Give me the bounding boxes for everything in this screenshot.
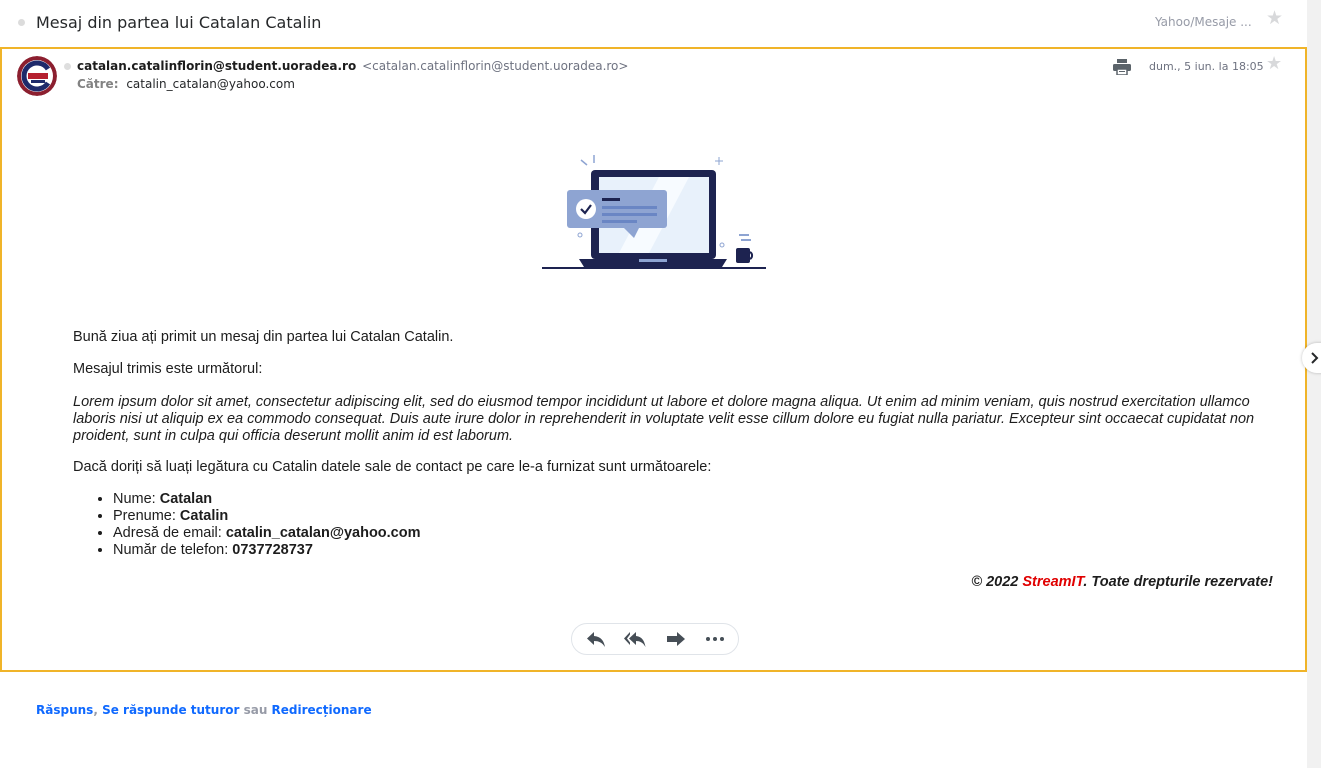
laptop-illustration [539, 153, 769, 277]
presence-dot [64, 63, 71, 70]
to-label: Către: [77, 77, 119, 91]
folder-label[interactable]: Yahoo/Mesaje ... [1155, 15, 1252, 29]
chevron-right-icon [1311, 352, 1319, 364]
copyright-text: © 2022 StreamIT. Toate drepturile rezerv… [971, 574, 1273, 590]
avatar[interactable] [17, 56, 57, 96]
detail-label: Prenume: [113, 508, 180, 524]
list-item: Prenume: Catalin [113, 508, 421, 525]
forward-link[interactable]: Redirecționare [272, 703, 372, 717]
unread-dot [18, 19, 25, 26]
detail-value: catalin_catalan@yahoo.com [225, 525, 421, 541]
forward-icon[interactable] [665, 629, 687, 649]
message-date: dum., 5 iun. la 18:05 [1149, 60, 1264, 73]
reply-all-icon[interactable] [624, 629, 646, 649]
contact-details-list: Nume: Catalan Prenume: Catalin Adresă de… [73, 491, 421, 559]
reply-icon[interactable] [585, 629, 607, 649]
list-item: Număr de telefon: 0737728737 [113, 542, 421, 559]
copyright-suffix: . Toate drepturile rezervate! [1083, 574, 1273, 590]
intro-text: Mesajul trimis este următorul: [73, 361, 263, 377]
sender-name[interactable]: catalan.catalinflorin@student.uoradea.ro [77, 59, 356, 73]
sender-address: <catalan.catalinflorin@student.uoradea.r… [362, 59, 629, 73]
brand-name: StreamIT [1022, 574, 1084, 590]
scrollbar[interactable] [1307, 0, 1321, 768]
quick-reply-links: Răspuns, Se răspunde tuturor sau Redirec… [36, 703, 372, 717]
recipient-address[interactable]: catalin_catalan@yahoo.com [126, 77, 295, 91]
recipient-line: Către: catalin_catalan@yahoo.com [77, 77, 295, 91]
reply-link[interactable]: Răspuns [36, 703, 93, 717]
star-icon[interactable]: ★ [1266, 9, 1283, 28]
detail-label: Nume: [113, 491, 160, 507]
list-item: Nume: Catalan [113, 491, 421, 508]
sender-line: catalan.catalinflorin@student.uoradea.ro… [77, 59, 628, 73]
or-separator: sau [239, 703, 272, 717]
star-icon[interactable]: ★ [1266, 55, 1282, 73]
university-logo-icon [17, 56, 57, 96]
detail-label: Adresă de email: [113, 525, 226, 541]
reply-all-link[interactable]: Se răspunde tuturor [102, 703, 239, 717]
contact-intro-text: Dacă doriți să luați legătura cu Catalin… [73, 459, 712, 475]
laptop-chat-icon [542, 155, 766, 269]
side-panel-toggle[interactable] [1302, 343, 1321, 373]
message-card: catalan.catalinflorin@student.uoradea.ro… [0, 47, 1307, 672]
comma-separator: , [93, 703, 103, 717]
copyright-prefix: © 2022 [971, 574, 1023, 590]
message-actions [571, 623, 739, 655]
detail-label: Număr de telefon: [113, 542, 233, 558]
message-text: Lorem ipsum dolor sit amet, consectetur … [73, 394, 1255, 444]
detail-value: Catalan [159, 491, 213, 507]
subject-bar: Mesaj din partea lui Catalan Catalin Yah… [0, 0, 1307, 46]
detail-value: Catalin [179, 508, 229, 524]
list-item: Adresă de email: catalin_catalan@yahoo.c… [113, 525, 421, 542]
greeting-text: Bună ziua ați primit un mesaj din partea… [73, 329, 454, 345]
detail-value: 0737728737 [232, 542, 313, 558]
message-subject: Mesaj din partea lui Catalan Catalin [36, 13, 322, 32]
print-icon[interactable] [1113, 59, 1131, 79]
more-icon[interactable] [704, 629, 726, 649]
